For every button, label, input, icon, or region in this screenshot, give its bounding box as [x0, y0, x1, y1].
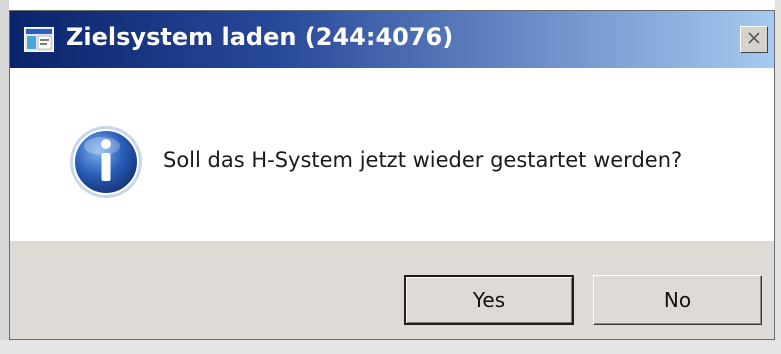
- dialog-message: Soll das H-System jetzt wieder gestartet…: [163, 148, 683, 172]
- dialog-title: Zielsystem laden (244:4076): [66, 23, 454, 51]
- title-bar[interactable]: Zielsystem laden (244:4076): [10, 11, 774, 68]
- close-button[interactable]: [740, 26, 768, 53]
- information-icon: [68, 124, 144, 200]
- background-right-edge: [775, 0, 781, 354]
- dialog-window: Zielsystem laden (244:4076) Soll das H-S…: [9, 10, 775, 340]
- application-window-icon: [24, 27, 54, 52]
- background-bottom-edge: [0, 340, 781, 354]
- close-icon: [747, 30, 761, 49]
- no-button[interactable]: No: [593, 275, 762, 325]
- yes-button[interactable]: Yes: [404, 275, 574, 325]
- background-left-edge: [0, 0, 9, 354]
